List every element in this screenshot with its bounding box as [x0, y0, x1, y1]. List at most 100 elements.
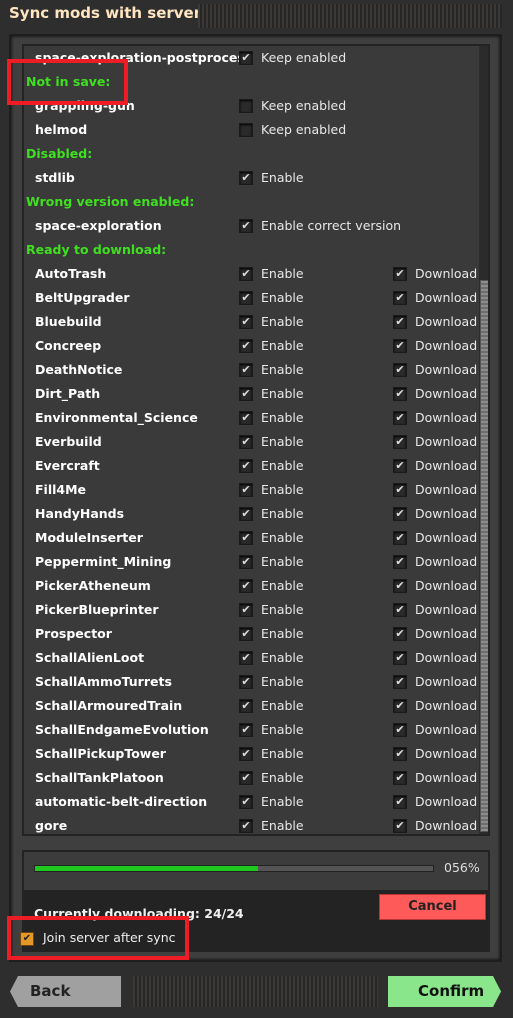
enable-label: Enable	[261, 386, 304, 401]
scrollbar[interactable]	[479, 46, 488, 834]
enable-checkbox[interactable]: ✔	[239, 819, 253, 833]
enable-checkbox[interactable]: ✔	[239, 507, 253, 521]
download-label: Download	[415, 818, 478, 833]
download-checkbox[interactable]: ✔	[393, 675, 407, 689]
download-checkbox[interactable]: ✔	[393, 819, 407, 833]
download-checkbox[interactable]: ✔	[393, 531, 407, 545]
enable-checkbox[interactable]: ✔	[239, 795, 253, 809]
list-item: automatic-belt-direction ✔ Enable ✔ Down…	[24, 790, 479, 814]
download-checkbox[interactable]: ✔	[393, 387, 407, 401]
checkmark-icon[interactable]: ✔	[239, 171, 253, 185]
checkmark-icon[interactable]: ✔	[239, 51, 253, 65]
download-checkbox[interactable]: ✔	[393, 315, 407, 329]
title-drag-handle[interactable]	[198, 4, 502, 28]
enable-checkbox[interactable]: ✔	[239, 363, 253, 377]
scrollbar-thumb[interactable]	[480, 280, 488, 832]
mod-name: Dirt_Path	[35, 386, 101, 401]
download-checkbox[interactable]: ✔	[393, 627, 407, 641]
download-checkbox[interactable]: ✔	[393, 747, 407, 761]
checkbox[interactable]	[239, 123, 253, 137]
checkbox[interactable]	[239, 99, 253, 113]
enable-checkbox[interactable]: ✔	[239, 459, 253, 473]
list-item: Fill4Me ✔ Enable ✔ Download	[24, 478, 479, 502]
enable-checkbox[interactable]: ✔	[239, 651, 253, 665]
confirm-button[interactable]: Confirm	[388, 976, 501, 1007]
enable-checkbox[interactable]: ✔	[239, 315, 253, 329]
download-checkbox[interactable]: ✔	[393, 267, 407, 281]
download-label: Download	[415, 554, 478, 569]
option-label: Keep enabled	[261, 98, 347, 113]
download-checkbox[interactable]: ✔	[393, 723, 407, 737]
list-item: SchallTankPlatoon ✔ Enable ✔ Download	[24, 766, 479, 790]
download-checkbox[interactable]: ✔	[393, 483, 407, 497]
enable-checkbox[interactable]: ✔	[239, 339, 253, 353]
mod-name: BeltUpgrader	[35, 290, 130, 305]
download-checkbox[interactable]: ✔	[393, 363, 407, 377]
list-item: SchallPickupTower ✔ Enable ✔ Download	[24, 742, 479, 766]
back-button[interactable]: Back	[10, 976, 121, 1007]
enable-checkbox[interactable]: ✔	[239, 555, 253, 569]
mod-name: gore	[35, 818, 68, 833]
enable-checkbox[interactable]: ✔	[239, 771, 253, 785]
enable-checkbox[interactable]: ✔	[239, 723, 253, 737]
download-checkbox[interactable]: ✔	[393, 699, 407, 713]
enable-label: Enable	[261, 458, 304, 473]
download-label: Download	[415, 362, 478, 377]
mod-name: PickerAtheneum	[35, 578, 151, 593]
enable-checkbox[interactable]: ✔	[239, 747, 253, 761]
enable-checkbox[interactable]: ✔	[239, 627, 253, 641]
mod-name: stdlib	[35, 170, 75, 185]
enable-checkbox[interactable]: ✔	[239, 675, 253, 689]
download-checkbox[interactable]: ✔	[393, 651, 407, 665]
option-label: Keep enabled	[261, 50, 347, 65]
mod-name: helmod	[35, 122, 88, 137]
mod-name: AutoTrash	[35, 266, 107, 281]
highlight-box	[7, 916, 189, 960]
download-checkbox[interactable]: ✔	[393, 411, 407, 425]
enable-checkbox[interactable]: ✔	[239, 387, 253, 401]
enable-label: Enable	[261, 362, 304, 377]
enable-label: Enable	[261, 770, 304, 785]
download-label: Download	[415, 338, 478, 353]
window-title: Sync mods with server	[9, 4, 202, 22]
enable-checkbox[interactable]: ✔	[239, 579, 253, 593]
download-label: Download	[415, 650, 478, 665]
download-checkbox[interactable]: ✔	[393, 555, 407, 569]
progress-bar	[34, 865, 434, 872]
mod-name: Fill4Me	[35, 482, 87, 497]
mod-name: SchallTankPlatoon	[35, 770, 164, 785]
enable-checkbox[interactable]: ✔	[239, 483, 253, 497]
download-label: Download	[415, 770, 478, 785]
cancel-button[interactable]: Cancel	[379, 894, 486, 920]
enable-checkbox[interactable]: ✔	[239, 699, 253, 713]
mod-name: PickerBlueprinter	[35, 602, 159, 617]
download-checkbox[interactable]: ✔	[393, 795, 407, 809]
enable-checkbox[interactable]: ✔	[239, 603, 253, 617]
list-item: Environmental_Science ✔ Enable ✔ Downloa…	[24, 406, 479, 430]
list-item: Evercraft ✔ Enable ✔ Download	[24, 454, 479, 478]
download-checkbox[interactable]: ✔	[393, 459, 407, 473]
mod-name: automatic-belt-direction	[35, 794, 208, 809]
list-item: Ready to download:	[24, 238, 479, 262]
list-item: PickerBlueprinter ✔ Enable ✔ Download	[24, 598, 479, 622]
mod-name: Concreep	[35, 338, 102, 353]
checkmark-icon[interactable]: ✔	[239, 219, 253, 233]
enable-checkbox[interactable]: ✔	[239, 291, 253, 305]
mod-name: space-exploration	[35, 218, 162, 233]
enable-label: Enable	[261, 506, 304, 521]
download-checkbox[interactable]: ✔	[393, 603, 407, 617]
download-checkbox[interactable]: ✔	[393, 507, 407, 521]
download-label: Download	[415, 410, 478, 425]
enable-label: Enable	[261, 266, 304, 281]
enable-checkbox[interactable]: ✔	[239, 435, 253, 449]
download-checkbox[interactable]: ✔	[393, 771, 407, 785]
enable-checkbox[interactable]: ✔	[239, 267, 253, 281]
download-checkbox[interactable]: ✔	[393, 435, 407, 449]
download-checkbox[interactable]: ✔	[393, 339, 407, 353]
mod-name: HandyHands	[35, 506, 125, 521]
download-checkbox[interactable]: ✔	[393, 291, 407, 305]
enable-checkbox[interactable]: ✔	[239, 531, 253, 545]
download-checkbox[interactable]: ✔	[393, 579, 407, 593]
enable-checkbox[interactable]: ✔	[239, 411, 253, 425]
list-item: gore ✔ Enable ✔ Download	[24, 814, 479, 834]
